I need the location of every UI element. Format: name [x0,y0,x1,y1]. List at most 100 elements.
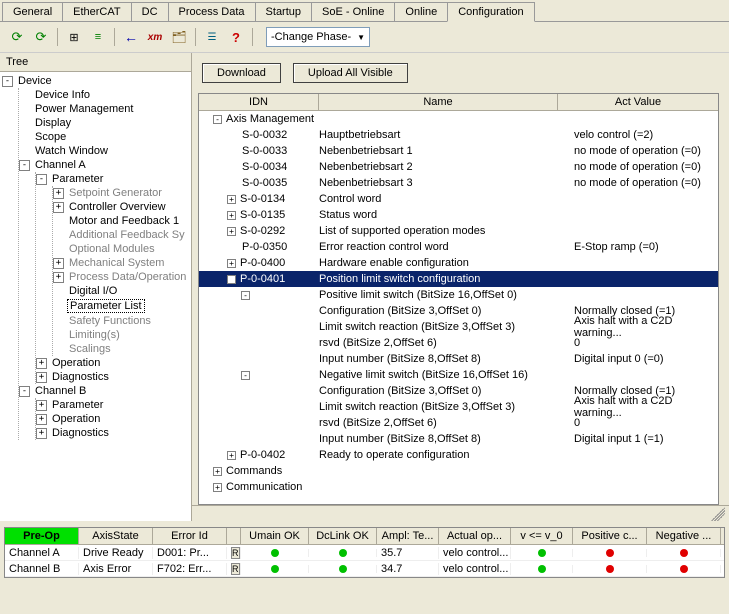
tree-operation-b[interactable]: +Operation [36,412,189,426]
expand-icon[interactable]: + [53,258,64,269]
tree-param-item[interactable]: Additional Feedback Sy [53,228,189,242]
tree-operation-a[interactable]: +Operation [36,356,189,370]
tree-diagnostics-b[interactable]: +Diagnostics [36,426,189,440]
grid-body[interactable]: -Axis ManagementS-0-0032Hauptbetriebsart… [199,111,718,504]
tab-startup[interactable]: Startup [255,2,312,21]
tree-parameter-b[interactable]: +Parameter [36,398,189,412]
col-ampl[interactable]: Ampl: Te... [377,528,439,544]
collapse-icon[interactable]: - [241,371,250,380]
expand-icon[interactable]: + [36,414,47,425]
tree-param-item[interactable]: Safety Functions [53,314,189,328]
collapse-icon[interactable]: - [227,275,236,284]
status-row[interactable]: Channel BAxis ErrorF702: Err...R34.7velo… [5,561,724,577]
expand-icon[interactable]: + [213,483,222,492]
collapse-icon[interactable]: - [19,386,30,397]
expand-icon[interactable]: + [227,195,236,204]
expand-icon[interactable]: + [53,272,64,283]
table-row[interactable]: +P-0-0400Hardware enable configuration [199,255,718,271]
collapse-icon[interactable]: - [2,76,13,87]
col-blank[interactable] [227,528,241,544]
expand-icon[interactable]: + [36,400,47,411]
expand-icon[interactable]: + [227,451,236,460]
col-error-id[interactable]: Error Id [153,528,227,544]
col-pos[interactable]: Positive c... [573,528,647,544]
table-row[interactable]: Input number (BitSize 8,OffSet 8)Digital… [199,351,718,367]
col-preop[interactable]: Pre-Op [5,528,79,544]
tree-param-item[interactable]: Optional Modules [53,242,189,256]
table-row[interactable]: S-0-0035Nebenbetriebsart 3no mode of ope… [199,175,718,191]
list-icon[interactable]: ☰ [201,26,223,48]
table-row[interactable]: +S-0-0135Status word [199,207,718,223]
tree-view-icon[interactable]: ⊞ [63,26,85,48]
table-row[interactable]: S-0-0034Nebenbetriebsart 2no mode of ope… [199,159,718,175]
back-icon[interactable]: ← [120,26,142,48]
download-button[interactable]: Download [202,63,281,83]
col-act-value[interactable]: Act Value [558,94,718,110]
table-row[interactable]: -Positive limit switch (BitSize 16,OffSe… [199,287,718,303]
col-actual-op[interactable]: Actual op... [439,528,511,544]
refresh-all-icon[interactable]: ⟳ [30,26,52,48]
tree-watch-window[interactable]: Watch Window [19,144,189,158]
col-v0[interactable]: v <= v_0 [511,528,573,544]
collapse-icon[interactable]: - [213,115,222,124]
help-icon[interactable]: ? [225,26,247,48]
table-row[interactable]: -Negative limit switch (BitSize 16,OffSe… [199,367,718,383]
table-row[interactable]: rsvd (BitSize 2,OffSet 6)0 [199,415,718,431]
tree-param-item[interactable]: Scalings [53,342,189,356]
tab-process-data[interactable]: Process Data [168,2,256,21]
table-row[interactable]: rsvd (BitSize 2,OffSet 6)0 [199,335,718,351]
tree-channel-a[interactable]: -Channel A [19,158,189,172]
reset-button[interactable]: R [231,563,240,575]
tab-ethercat[interactable]: EtherCAT [62,2,131,21]
col-umain[interactable]: Umain OK [241,528,309,544]
status-row[interactable]: Channel ADrive ReadyD001: Pr...R35.7velo… [5,545,724,561]
expand-icon[interactable]: + [53,188,64,199]
col-neg[interactable]: Negative ... [647,528,721,544]
tree-param-item[interactable]: Digital I/O [53,284,189,298]
upload-all-button[interactable]: Upload All Visible [293,63,408,83]
table-row[interactable]: S-0-0032Hauptbetriebsartvelo control (=2… [199,127,718,143]
table-row[interactable]: +Commands [199,463,718,479]
col-dclink[interactable]: DcLink OK [309,528,377,544]
tree-param-item[interactable]: +Controller Overview [53,200,189,214]
tree-param-item[interactable]: Parameter List [53,298,189,314]
tree-param-item[interactable]: +Process Data/Operation [53,270,189,284]
table-row[interactable]: +P-0-0402Ready to operate configuration [199,447,718,463]
tree-device-info[interactable]: Device Info [19,88,189,102]
refresh-icon[interactable]: ⟳ [6,26,28,48]
tree-display[interactable]: Display [19,116,189,130]
tree-device[interactable]: -Device [2,74,189,88]
col-idn[interactable]: IDN [199,94,319,110]
tab-dc[interactable]: DC [131,2,169,21]
collapse-icon[interactable]: - [36,174,47,185]
table-row[interactable]: S-0-0033Nebenbetriebsart 1no mode of ope… [199,143,718,159]
expand-icon[interactable]: + [213,467,222,476]
expand-icon[interactable]: + [227,259,236,268]
table-row[interactable]: -Axis Management [199,111,718,127]
table-row[interactable]: Limit switch reaction (BitSize 3,OffSet … [199,319,718,335]
tree-param-item[interactable]: +Mechanical System [53,256,189,270]
tab-online[interactable]: Online [394,2,448,21]
expand-icon[interactable]: + [36,428,47,439]
table-row[interactable]: +S-0-0292List of supported operation mod… [199,223,718,239]
table-row[interactable]: P-0-0350Error reaction control wordE-Sto… [199,239,718,255]
table-row[interactable]: Input number (BitSize 8,OffSet 8)Digital… [199,431,718,447]
tab-soe-online[interactable]: SoE - Online [311,2,395,21]
tab-general[interactable]: General [2,2,63,21]
xml-icon[interactable]: xm [144,26,166,48]
tree-param-item[interactable]: Motor and Feedback 1 [53,214,189,228]
col-name[interactable]: Name [319,94,558,110]
expand-icon[interactable]: + [36,358,47,369]
table-row[interactable]: +S-0-0134Control word [199,191,718,207]
database-icon[interactable]: 🗂 [168,26,190,48]
tree-diagnostics-a[interactable]: +Diagnostics [36,370,189,384]
collapse-icon[interactable]: - [241,291,250,300]
col-axis-state[interactable]: AxisState [79,528,153,544]
expand-icon[interactable]: + [227,227,236,236]
table-row[interactable]: Limit switch reaction (BitSize 3,OffSet … [199,399,718,415]
tree-param-item[interactable]: Limiting(s) [53,328,189,342]
expand-icon[interactable]: + [36,372,47,383]
bars-icon[interactable]: ≡ [87,26,109,48]
table-row[interactable]: +Communication [199,479,718,495]
table-row[interactable]: -P-0-0401Position limit switch configura… [199,271,718,287]
